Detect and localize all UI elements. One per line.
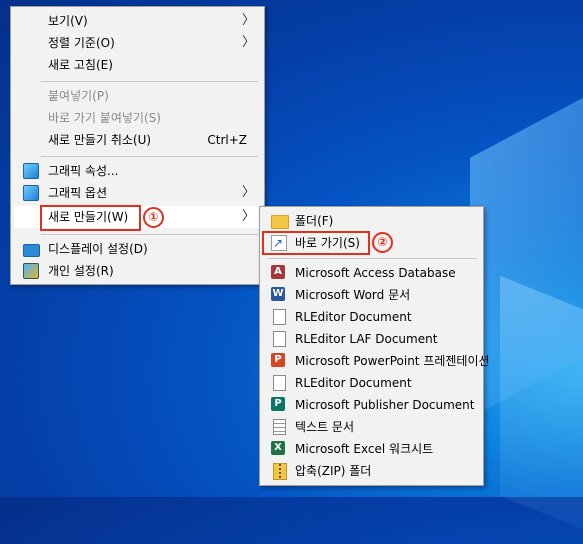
menu-item-paste: 붙여넣기(P) <box>14 85 261 107</box>
submenu-item-access[interactable]: A Microsoft Access Database <box>263 262 480 284</box>
menu-separator <box>268 258 477 259</box>
submenu-item-zip-folder[interactable]: 압축(ZIP) 폴더 <box>263 460 480 482</box>
menu-item-refresh[interactable]: 새로 고침(E) <box>14 54 261 76</box>
menu-separator <box>41 234 258 235</box>
submenu-item-rleditor-laf[interactable]: RLEditor LAF Document <box>263 328 480 350</box>
zip-folder-icon <box>273 463 287 480</box>
submenu-item-text-document[interactable]: 텍스트 문서 <box>263 416 480 438</box>
menu-item-view[interactable]: 보기(V) 〉 <box>14 10 261 32</box>
document-icon <box>273 309 286 325</box>
menu-item-label: 붙여넣기(P) <box>48 89 109 103</box>
submenu-item-label: RLEditor LAF Document <box>295 332 438 346</box>
powerpoint-icon: P <box>271 353 285 367</box>
chevron-right-icon: 〉 <box>241 13 255 28</box>
menu-item-label: 그래픽 옵션 <box>48 186 108 200</box>
display-icon <box>23 244 40 257</box>
menu-separator <box>41 156 258 157</box>
submenu-item-label: Microsoft Access Database <box>295 266 456 280</box>
menu-item-label: 개인 설정(R) <box>48 264 114 278</box>
document-icon <box>273 375 286 391</box>
desktop-context-menu: 보기(V) 〉 정렬 기준(O) 〉 새로 고침(E) 붙여넣기(P) 바로 가… <box>10 6 265 285</box>
chevron-right-icon: 〉 <box>241 35 255 50</box>
menu-separator <box>41 81 258 82</box>
submenu-item-folder[interactable]: 폴더(F) <box>263 210 480 232</box>
submenu-item-excel[interactable]: X Microsoft Excel 워크시트 <box>263 438 480 460</box>
menu-item-label: 정렬 기준(O) <box>48 36 115 50</box>
submenu-item-label: 텍스트 문서 <box>295 420 355 434</box>
submenu-item-label: Microsoft Word 문서 <box>295 288 411 302</box>
personalize-icon <box>23 263 39 279</box>
submenu-item-word[interactable]: W Microsoft Word 문서 <box>263 284 480 306</box>
menu-item-paste-shortcut: 바로 가기 붙여넣기(S) <box>14 107 261 129</box>
word-icon: W <box>271 287 285 301</box>
graphics-icon <box>23 163 39 179</box>
menu-item-label: 바로 가기 붙여넣기(S) <box>48 111 161 125</box>
wallpaper-light-beam <box>500 275 583 544</box>
menu-item-label: 그래픽 속성... <box>48 164 119 178</box>
highlight-box-new <box>40 205 141 231</box>
menu-item-graphics-options[interactable]: 그래픽 옵션 〉 <box>14 182 261 204</box>
step-badge-1: ① <box>143 207 164 228</box>
menu-item-undo-new[interactable]: 새로 만들기 취소(U) Ctrl+Z <box>14 129 261 151</box>
menu-item-label: 새로 고침(E) <box>48 58 113 72</box>
submenu-item-label: 폴더(F) <box>295 214 334 228</box>
menu-item-personalize[interactable]: 개인 설정(R) <box>14 260 261 282</box>
menu-item-display-settings[interactable]: 디스플레이 설정(D) <box>14 238 261 260</box>
document-icon <box>273 331 286 347</box>
submenu-item-powerpoint[interactable]: P Microsoft PowerPoint 프레젠테이션 <box>263 350 490 372</box>
menu-item-label: 보기(V) <box>48 14 88 28</box>
highlight-box-shortcut <box>262 231 370 255</box>
text-document-icon <box>273 419 286 435</box>
keyboard-shortcut: Ctrl+Z <box>207 133 247 147</box>
chevron-right-icon: 〉 <box>241 209 255 224</box>
submenu-item-label: RLEditor Document <box>295 376 412 390</box>
submenu-item-publisher[interactable]: P Microsoft Publisher Document <box>263 394 480 416</box>
graphics-icon <box>23 185 39 201</box>
submenu-item-label: RLEditor Document <box>295 310 412 324</box>
menu-item-label: 새로 만들기 취소(U) <box>48 133 152 147</box>
chevron-right-icon: 〉 <box>241 185 255 200</box>
excel-icon: X <box>271 441 285 455</box>
menu-item-label: 디스플레이 설정(D) <box>48 242 148 256</box>
access-icon: A <box>271 265 285 279</box>
submenu-item-rleditor-2[interactable]: RLEditor Document <box>263 372 480 394</box>
submenu-item-label: 압축(ZIP) 폴더 <box>295 464 372 478</box>
publisher-icon: P <box>271 397 285 411</box>
submenu-item-label: Microsoft PowerPoint 프레젠테이션 <box>295 354 490 368</box>
step-badge-2: ② <box>372 232 393 253</box>
menu-item-sort-by[interactable]: 정렬 기준(O) 〉 <box>14 32 261 54</box>
submenu-item-rleditor[interactable]: RLEditor Document <box>263 306 480 328</box>
folder-icon <box>271 215 289 229</box>
submenu-item-label: Microsoft Excel 워크시트 <box>295 442 434 456</box>
menu-item-graphics-properties[interactable]: 그래픽 속성... <box>14 160 261 182</box>
submenu-item-label: Microsoft Publisher Document <box>295 398 475 412</box>
